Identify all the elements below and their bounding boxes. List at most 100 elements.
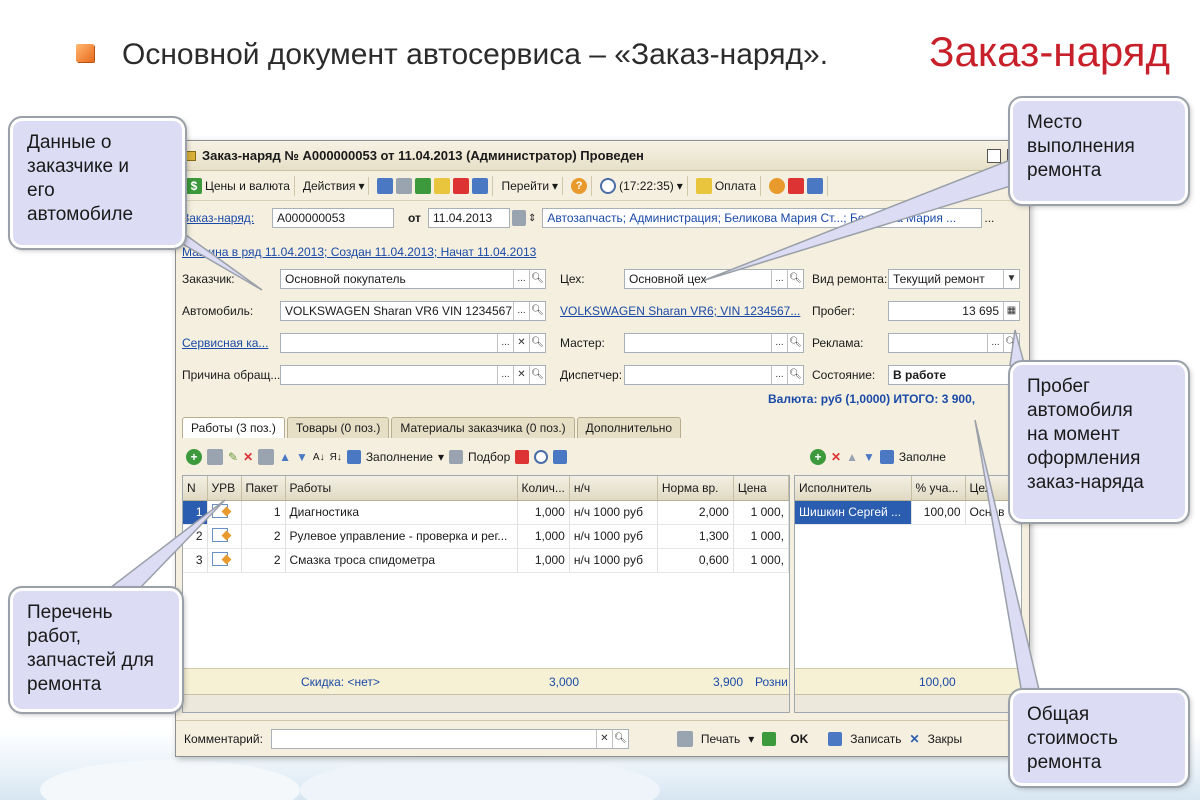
service-card-field[interactable]: ... ✕ 🔍︎	[280, 333, 546, 353]
discount-label[interactable]: Скидка: <нет>	[301, 675, 380, 689]
col-works[interactable]: Работы	[285, 476, 518, 501]
calculator-icon[interactable]: ▦	[1003, 302, 1019, 320]
state-field[interactable]: В работе	[888, 365, 1020, 385]
date-field[interactable]: 11.04.2013	[428, 208, 510, 228]
table-row[interactable]: Шишкин Сергей ... 100,00 Основ	[795, 500, 1021, 525]
reason-field[interactable]: ... ✕ 🔍︎	[280, 365, 546, 385]
select-dots-icon[interactable]: ...	[771, 334, 787, 352]
search-icon[interactable]: 🔍︎	[529, 366, 545, 384]
add-icon[interactable]: +	[810, 449, 826, 465]
print-preview-icon[interactable]	[788, 177, 805, 194]
save-button[interactable]: Записать	[850, 732, 901, 746]
col-packet[interactable]: Пакет	[241, 476, 286, 501]
goto-menu[interactable]: Перейти ▾	[497, 176, 564, 195]
post-icon[interactable]	[762, 731, 777, 746]
minimize-icon[interactable]	[987, 148, 1001, 163]
search-icon[interactable]: 🔍︎	[529, 302, 545, 320]
add-package-icon[interactable]	[515, 450, 530, 464]
payment-button[interactable]: Оплата	[692, 175, 762, 196]
report-icon[interactable]	[553, 450, 568, 464]
select-dots-icon[interactable]: ...	[497, 366, 513, 384]
search-icon[interactable]: 🔍︎	[787, 366, 803, 384]
actions-menu[interactable]: Действия ▾	[299, 176, 370, 195]
export-icon[interactable]	[453, 177, 470, 194]
car-field[interactable]: VOLKSWAGEN Sharan VR6 VIN 1234567... ...…	[280, 301, 546, 321]
col-n[interactable]: N	[183, 476, 208, 501]
chevron-down-icon[interactable]: ▼	[1003, 270, 1019, 288]
col-urv[interactable]: УРВ	[207, 476, 242, 501]
ok-button[interactable]: OK	[790, 732, 808, 746]
close-button[interactable]: Закры	[928, 732, 962, 746]
organization-field[interactable]: Автозапчасть; Администрация; Беликова Ма…	[542, 208, 983, 228]
copy-icon[interactable]	[415, 177, 432, 194]
col-qty[interactable]: Колич...	[517, 476, 570, 501]
calendar-icon[interactable]	[512, 210, 526, 226]
table-row[interactable]: 2 2 Рулевое управление - проверка и рег.…	[183, 524, 790, 549]
save-icon[interactable]	[377, 177, 394, 194]
search-icon[interactable]: 🔍︎	[787, 270, 803, 288]
tab-additional[interactable]: Дополнительно	[576, 417, 682, 438]
ad-field[interactable]: ... 🔍︎	[888, 333, 1020, 353]
chevron-down-icon[interactable]: ▾	[748, 732, 754, 746]
select-dots-icon[interactable]: ...	[497, 334, 513, 352]
sign-icon[interactable]	[769, 177, 786, 194]
delete-icon[interactable]: ✕	[831, 450, 841, 464]
col-executor[interactable]: Исполнитель	[795, 476, 912, 501]
search-icon[interactable]: 🔍︎	[529, 334, 545, 352]
import-icon[interactable]	[434, 177, 451, 194]
fill-button[interactable]: Заполнение	[366, 450, 433, 464]
tab-goods[interactable]: Товары (0 поз.)	[286, 417, 390, 438]
edit-icon[interactable]: ✎	[228, 450, 238, 464]
prices-button[interactable]: $ Цены и валюта	[182, 175, 295, 196]
search-icon[interactable]: 🔍︎	[787, 334, 803, 352]
select-button[interactable]: Подбор	[468, 450, 510, 464]
master-field[interactable]: ... 🔍︎	[624, 333, 804, 353]
col-norm[interactable]: Норма вр.	[657, 476, 734, 501]
tab-works[interactable]: Работы (3 поз.)	[182, 417, 285, 438]
customer-field[interactable]: Основной покупатель ... 🔍︎	[280, 269, 546, 289]
sort-asc-icon[interactable]: A↓	[313, 452, 325, 463]
tab-customer-materials[interactable]: Материалы заказчика (0 поз.)	[391, 417, 575, 438]
col-nh[interactable]: н/ч	[569, 476, 658, 501]
structure-icon[interactable]	[472, 177, 489, 194]
sort-desc-icon[interactable]: Я↓	[330, 452, 342, 463]
clear-icon[interactable]: ✕	[513, 366, 529, 384]
service-card-label[interactable]: Сервисная ка...	[182, 336, 280, 350]
select-dots-icon[interactable]: ...	[771, 366, 787, 384]
shop-field[interactable]: Основной цех ... 🔍︎	[624, 269, 804, 289]
help-button[interactable]: ?	[567, 175, 593, 196]
table-row[interactable]: 3 2 Смазка троса спидометра 1,000 н/ч 10…	[183, 548, 790, 573]
status-link[interactable]: Машина в ряд 11.04.2013; Создан 11.04.20…	[182, 245, 536, 259]
works-horizontal-scrollbar[interactable]	[183, 694, 789, 712]
select-dots-icon[interactable]: ...	[982, 211, 996, 225]
end-edit-icon[interactable]	[258, 449, 275, 465]
time-icon[interactable]	[534, 450, 549, 464]
col-price[interactable]: Цена	[733, 476, 790, 501]
table-row[interactable]: 1 1 Диагностика 1,000 н/ч 1000 руб 2,000…	[183, 500, 790, 525]
search-icon[interactable]: 🔍︎	[529, 270, 545, 288]
mileage-field[interactable]: 13 695 ▦	[888, 301, 1020, 321]
doc-number-field[interactable]: А000000053	[272, 208, 394, 228]
print-button[interactable]: Печать	[701, 732, 740, 746]
comment-field[interactable]: ✕ 🔍︎	[270, 728, 629, 749]
dispatcher-field[interactable]: ... 🔍︎	[624, 365, 804, 385]
copy-row-icon[interactable]	[207, 449, 223, 465]
delete-icon[interactable]: ✕	[243, 450, 253, 464]
select-dots-icon[interactable]: ...	[513, 270, 529, 288]
search-icon[interactable]: 🔍︎	[611, 729, 628, 748]
executors-horizontal-scrollbar[interactable]	[795, 694, 1021, 712]
move-down-icon[interactable]: ▼	[296, 450, 308, 464]
search-icon[interactable]: 🔍︎	[1003, 334, 1019, 352]
refresh-icon[interactable]	[396, 177, 413, 194]
time-button[interactable]: (17:22:35) ▾	[596, 175, 688, 196]
doc-label[interactable]: Заказ-наряд:	[182, 211, 272, 225]
tree-icon[interactable]	[807, 177, 824, 194]
move-up-icon[interactable]: ▲	[846, 450, 858, 464]
repair-type-select[interactable]: Текущий ремонт ▼	[888, 269, 1020, 289]
select-dots-icon[interactable]: ...	[987, 334, 1003, 352]
car-link[interactable]: VOLKSWAGEN Sharan VR6; VIN 1234567...	[560, 304, 800, 318]
clear-icon[interactable]: ✕	[595, 729, 612, 748]
col-percent[interactable]: % уча...	[911, 476, 966, 501]
select-dots-icon[interactable]: ...	[771, 270, 787, 288]
move-up-icon[interactable]: ▲	[279, 450, 291, 464]
